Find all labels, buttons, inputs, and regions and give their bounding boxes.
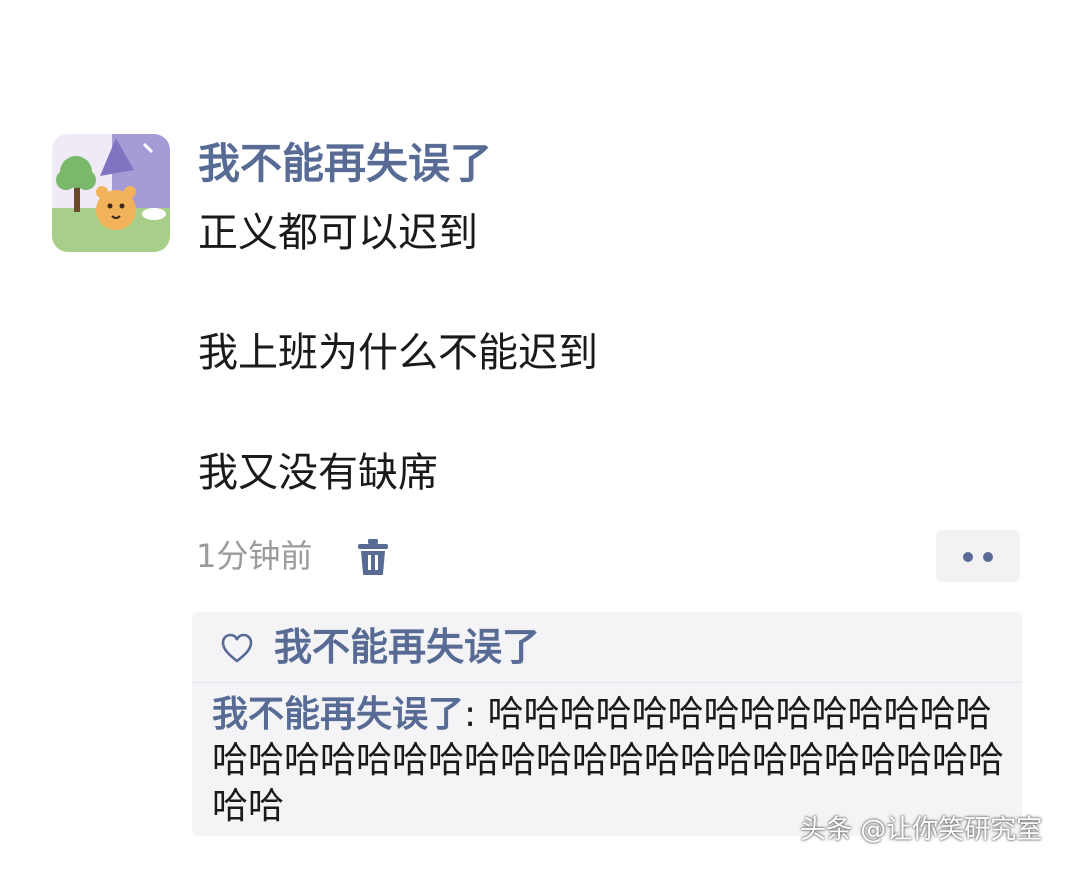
heart-icon: [220, 632, 254, 664]
post-line-3: 我又没有缺席: [198, 450, 438, 496]
post-line-1: 正义都可以迟到: [198, 210, 478, 256]
comment-item[interactable]: 我不能再失误了: 哈哈哈哈哈哈哈哈哈哈哈哈哈哈哈哈哈哈哈哈哈哈哈哈哈哈哈哈哈哈哈…: [212, 692, 1012, 830]
interaction-panel: 我不能再失误了 我不能再失误了: 哈哈哈哈哈哈哈哈哈哈哈哈哈哈哈哈哈哈哈哈哈哈哈…: [192, 612, 1022, 836]
watermark: 头条 @让你笑研究室: [800, 815, 1043, 845]
comment-separator: :: [464, 694, 488, 735]
comment-author[interactable]: 我不能再失误了: [212, 694, 464, 735]
post-content: 正义都可以迟到 我上班为什么不能迟到 我又没有缺席: [198, 204, 598, 502]
post-line-2: 我上班为什么不能迟到: [198, 330, 598, 376]
more-dots-icon[interactable]: [936, 530, 1020, 582]
user-avatar[interactable]: [52, 134, 170, 252]
trash-icon[interactable]: [356, 538, 390, 576]
post-timestamp: 1分钟前: [196, 537, 313, 575]
post-username[interactable]: 我不能再失误了: [198, 138, 492, 190]
likes-row: 我不能再失误了: [192, 612, 1022, 683]
like-user-name[interactable]: 我不能再失误了: [274, 622, 540, 672]
